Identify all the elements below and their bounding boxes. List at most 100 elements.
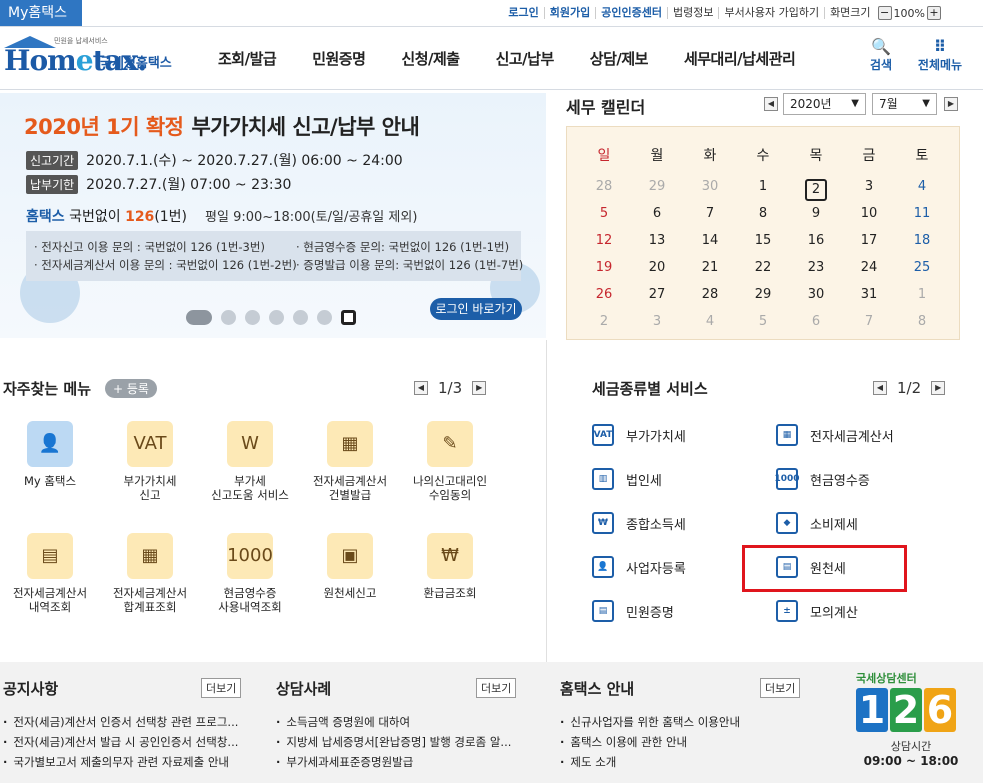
zoom-in-button[interactable]: + [927, 6, 941, 20]
slide-dot[interactable] [186, 310, 212, 325]
favorite-menu-item[interactable]: ₩ 환급금조회 [400, 533, 500, 600]
calendar-day[interactable]: 23 [791, 260, 841, 275]
tax-service-item[interactable]: ▦ 전자세금계산서 [776, 424, 894, 446]
calendar-next-icon[interactable]: ▶ [944, 97, 958, 111]
calendar-day[interactable]: 6 [791, 314, 841, 329]
cert-center-link[interactable]: 공인인증센터 [595, 7, 667, 19]
zoom-out-button[interactable]: − [877, 6, 892, 20]
calendar-day[interactable]: 19 [579, 260, 629, 275]
calendar-day[interactable]: 7 [685, 206, 735, 221]
list-item[interactable]: 신규사업자를 위한 홈택스 이용안내 [560, 712, 740, 732]
slide-dot[interactable] [317, 310, 332, 325]
list-item[interactable]: 부가세과세표준증명원발급 [276, 752, 511, 772]
calendar-day[interactable]: 8 [738, 206, 788, 221]
calendar-day[interactable]: 2 [579, 314, 629, 329]
favorite-menu-item[interactable]: 1000 현금영수증 사용내역조회 [200, 533, 300, 614]
my-hometax-tab[interactable]: My홈택스 [0, 0, 82, 26]
hometax-logo[interactable]: 민원을 납세서비스 Hometax. 국세청홈택스 [4, 36, 184, 80]
calendar-day[interactable]: 22 [738, 260, 788, 275]
signup-link[interactable]: 회원가입 [543, 7, 595, 19]
tax-service-item[interactable]: ± 모의계산 [776, 600, 858, 622]
notice-more-button[interactable]: 더보기 [201, 678, 242, 698]
guide-more-button[interactable]: 더보기 [760, 678, 801, 698]
calendar-day[interactable]: 4 [897, 179, 947, 194]
consult-more-button[interactable]: 더보기 [476, 678, 517, 698]
calendar-day[interactable]: 26 [579, 287, 629, 302]
year-select[interactable]: 2020년 ▼ [783, 93, 866, 115]
next-page-icon[interactable]: ▶ [931, 381, 946, 395]
login-link[interactable]: 로그인 [503, 7, 543, 19]
calendar-day[interactable]: 2 [805, 179, 827, 201]
calendar-day[interactable]: 1 [738, 179, 788, 194]
calendar-day[interactable]: 31 [844, 287, 894, 302]
calendar-day[interactable]: 15 [738, 233, 788, 248]
calendar-day[interactable]: 20 [632, 260, 682, 275]
list-item[interactable]: 전자(세금)계산서 인증서 선택창 관련 프로그... [3, 712, 238, 732]
nav-tax-agent[interactable]: 세무대리/납세관리 [666, 48, 813, 69]
nav-apply-submit[interactable]: 신청/제출 [383, 48, 477, 69]
favorite-menu-item[interactable]: ▦ 전자세금계산서 합계표조회 [100, 533, 200, 614]
tax-consult-center-banner[interactable]: 국세상담센터 1 2 6 상담시간 09:00 ~ 18:00 [856, 670, 966, 780]
calendar-day[interactable]: 1 [897, 287, 947, 302]
law-info-link[interactable]: 법령정보 [667, 7, 718, 19]
calendar-day[interactable]: 7 [844, 314, 894, 329]
calendar-day[interactable]: 6 [632, 206, 682, 221]
favorite-menu-item[interactable]: W 부가세 신고도움 서비스 [200, 421, 300, 502]
favorite-menu-item[interactable]: ▣ 원천세신고 [300, 533, 400, 600]
next-page-icon[interactable]: ▶ [472, 381, 487, 395]
calendar-day[interactable]: 21 [685, 260, 735, 275]
list-item[interactable]: 홈택스 이용에 관한 안내 [560, 732, 740, 752]
favorite-menu-item[interactable]: VAT 부가가치세 신고 [100, 421, 200, 502]
calendar-day[interactable]: 12 [579, 233, 629, 248]
tax-service-item[interactable]: VAT 부가가치세 [592, 424, 686, 446]
slide-dot[interactable] [293, 310, 308, 325]
calendar-day[interactable]: 29 [632, 179, 682, 194]
nav-inquiry-issue[interactable]: 조회/발급 [200, 48, 294, 69]
calendar-day[interactable]: 3 [632, 314, 682, 329]
calendar-day[interactable]: 24 [844, 260, 894, 275]
calendar-day[interactable]: 27 [632, 287, 682, 302]
calendar-day[interactable]: 5 [738, 314, 788, 329]
tax-service-item[interactable]: ◆ 소비제세 [776, 512, 858, 534]
calendar-day[interactable]: 28 [685, 287, 735, 302]
calendar-day[interactable]: 10 [844, 206, 894, 221]
slide-dot[interactable] [221, 310, 236, 325]
calendar-day[interactable]: 25 [897, 260, 947, 275]
calendar-day[interactable]: 30 [791, 287, 841, 302]
pause-icon[interactable] [341, 310, 356, 325]
prev-page-icon[interactable]: ◀ [414, 381, 428, 395]
favorite-menu-item[interactable]: 👤 My 홈택스 [0, 421, 100, 488]
tax-service-item[interactable]: ▤ 민원증명 [592, 600, 674, 622]
list-item[interactable]: 소득금액 증명원에 대하여 [276, 712, 511, 732]
favorite-menu-item[interactable]: ▦ 전자세금계산서 건별발급 [300, 421, 400, 502]
dept-user-signup-link[interactable]: 부서사용자 가입하기 [718, 7, 824, 19]
slide-dot[interactable] [245, 310, 260, 325]
list-item[interactable]: 제도 소개 [560, 752, 740, 772]
calendar-day[interactable]: 17 [844, 233, 894, 248]
search-button[interactable]: 🔍 검색 [866, 38, 896, 73]
favorites-register-button[interactable]: + 등록 [105, 379, 157, 398]
calendar-day[interactable]: 18 [897, 233, 947, 248]
month-select[interactable]: 7월 ▼ [872, 93, 937, 115]
calendar-day[interactable]: 5 [579, 206, 629, 221]
slide-dot[interactable] [269, 310, 284, 325]
tax-service-item[interactable]: ▥ 법인세 [592, 468, 662, 490]
all-menu-button[interactable]: ⠿ 전체메뉴 [910, 38, 970, 73]
calendar-day[interactable]: 3 [844, 179, 894, 194]
calendar-day[interactable]: 13 [632, 233, 682, 248]
calendar-day[interactable]: 8 [897, 314, 947, 329]
favorite-menu-item[interactable]: ▤ 전자세금계산서 내역조회 [0, 533, 100, 614]
calendar-day[interactable]: 28 [579, 179, 629, 194]
tax-service-item[interactable]: 1000 현금영수증 [774, 468, 870, 490]
calendar-day[interactable]: 14 [685, 233, 735, 248]
calendar-day[interactable]: 16 [791, 233, 841, 248]
calendar-day[interactable]: 11 [897, 206, 947, 221]
list-item[interactable]: 국가별보고서 제출의무자 관련 자료제출 안내 [3, 752, 238, 772]
calendar-prev-icon[interactable]: ◀ [764, 97, 778, 111]
nav-certificates[interactable]: 민원증명 [294, 48, 383, 69]
calendar-day[interactable]: 4 [685, 314, 735, 329]
prev-page-icon[interactable]: ◀ [873, 381, 887, 395]
tax-service-item[interactable]: 👤 사업자등록 [592, 556, 686, 578]
login-shortcut-button[interactable]: 로그인 바로가기 [430, 298, 522, 320]
list-item[interactable]: 전자(세금)계산서 발급 시 공인인증서 선택창... [3, 732, 238, 752]
